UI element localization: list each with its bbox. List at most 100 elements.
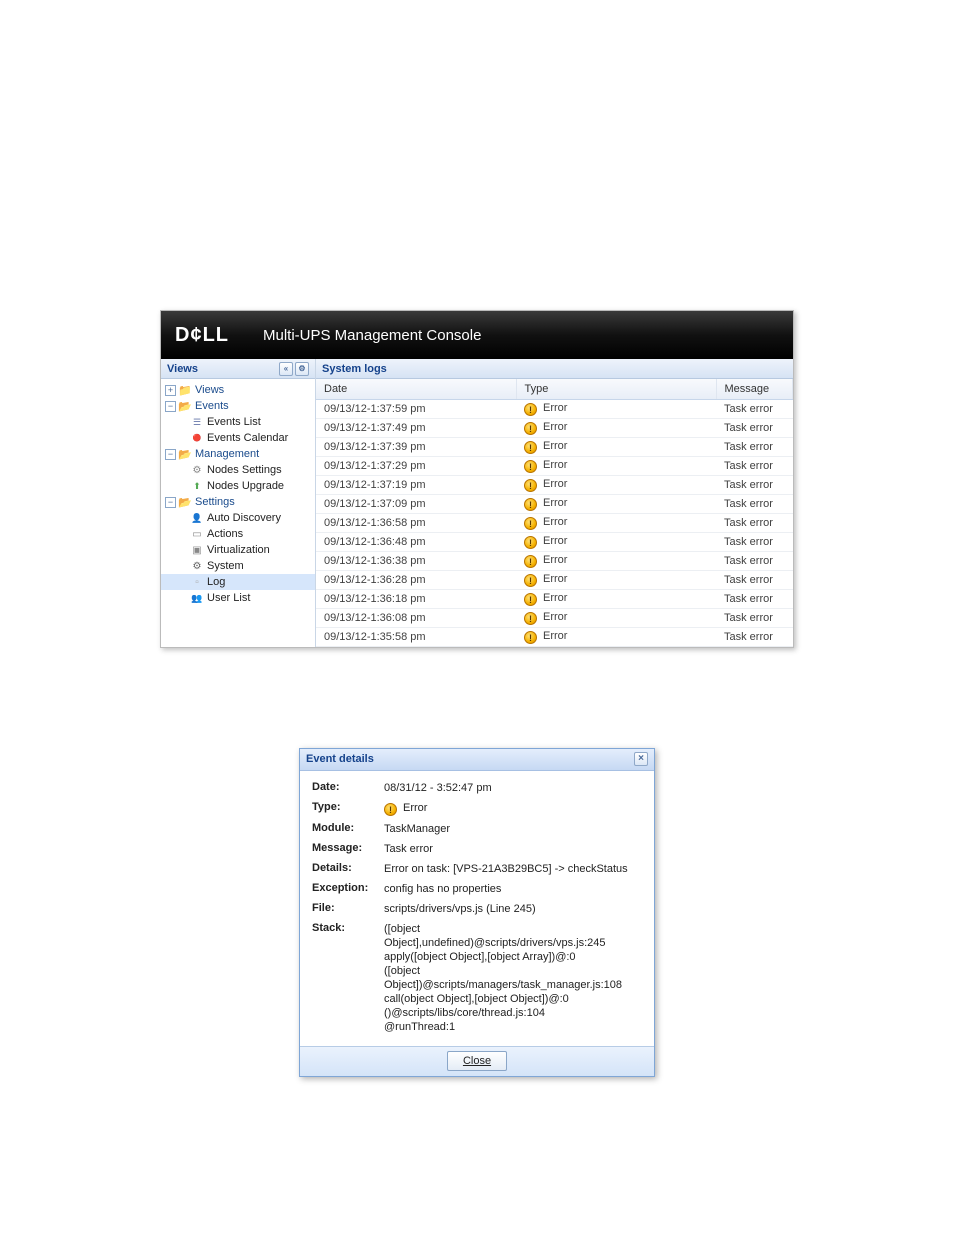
toggle-icon: [177, 561, 188, 572]
warning-icon: [524, 631, 537, 644]
warning-icon: [524, 460, 537, 473]
tree-node-auto-discovery[interactable]: Auto Discovery: [161, 510, 315, 526]
table-row[interactable]: 09/13/12-1:37:39 pmErrorTask error: [316, 437, 793, 456]
exception-value: config has no properties: [384, 882, 642, 896]
tree-node-events[interactable]: − Events: [161, 398, 315, 414]
date-value: 08/31/12 - 3:52:47 pm: [384, 781, 642, 795]
cell-date: 09/13/12-1:36:18 pm: [316, 589, 516, 608]
stack-value: ([object Object],undefined)@scripts/driv…: [384, 922, 642, 1034]
cell-type: Error: [516, 589, 716, 608]
cell-message: Task error: [716, 418, 793, 437]
tree-node-events-calendar[interactable]: Events Calendar: [161, 430, 315, 446]
toggle-icon[interactable]: −: [165, 449, 176, 460]
brand-bar: D¢LL Multi-UPS Management Console: [161, 311, 793, 359]
toggle-icon: [177, 577, 188, 588]
grid-header: System logs: [316, 359, 793, 379]
tree-node-actions[interactable]: Actions: [161, 526, 315, 542]
icon-log-icon: [190, 576, 204, 588]
tree-label: Events: [195, 400, 229, 412]
type-value: Error: [384, 801, 642, 816]
icon-list-icon: [190, 416, 204, 428]
tree-node-views[interactable]: + Views: [161, 382, 315, 398]
table-row[interactable]: 09/13/12-1:36:58 pmErrorTask error: [316, 513, 793, 532]
table-row[interactable]: 09/13/12-1:36:28 pmErrorTask error: [316, 570, 793, 589]
tree-node-log[interactable]: Log: [161, 574, 315, 590]
col-message[interactable]: Message: [716, 379, 793, 399]
date-label: Date:: [312, 781, 384, 795]
table-row[interactable]: 09/13/12-1:36:38 pmErrorTask error: [316, 551, 793, 570]
close-icon[interactable]: ×: [634, 752, 648, 766]
cell-date: 09/13/12-1:36:48 pm: [316, 532, 516, 551]
tree-label: Settings: [195, 496, 235, 508]
tree-label: Views: [195, 384, 224, 396]
tree-node-user-list[interactable]: User List: [161, 590, 315, 606]
table-row[interactable]: 09/13/12-1:36:08 pmErrorTask error: [316, 608, 793, 627]
tree-node-settings[interactable]: − Settings: [161, 494, 315, 510]
cell-type: Error: [516, 456, 716, 475]
table-row[interactable]: 09/13/12-1:37:49 pmErrorTask error: [316, 418, 793, 437]
icon-user-icon: [190, 592, 204, 604]
cell-date: 09/13/12-1:36:58 pm: [316, 513, 516, 532]
cell-type: Error: [516, 608, 716, 627]
table-row[interactable]: 09/13/12-1:37:19 pmErrorTask error: [316, 475, 793, 494]
cell-date: 09/13/12-1:36:28 pm: [316, 570, 516, 589]
cell-date: 09/13/12-1:36:08 pm: [316, 608, 516, 627]
col-date[interactable]: Date: [316, 379, 516, 399]
tree-node-system[interactable]: System: [161, 558, 315, 574]
icon-disc-icon: [190, 512, 204, 524]
tree-node-management[interactable]: −Management: [161, 446, 315, 462]
table-row[interactable]: 09/13/12-1:36:48 pmErrorTask error: [316, 532, 793, 551]
gear-icon[interactable]: ⚙: [295, 362, 309, 376]
toggle-icon[interactable]: −: [165, 401, 176, 412]
tree-label: System: [207, 560, 244, 572]
cell-date: 09/13/12-1:37:49 pm: [316, 418, 516, 437]
icon-node-icon: [190, 464, 204, 476]
cell-type: Error: [516, 570, 716, 589]
tree-node-nodes-upgrade[interactable]: Nodes Upgrade: [161, 478, 315, 494]
cell-message: Task error: [716, 532, 793, 551]
cell-message: Task error: [716, 456, 793, 475]
table-row[interactable]: 09/13/12-1:37:09 pmErrorTask error: [316, 494, 793, 513]
file-label: File:: [312, 902, 384, 916]
cell-date: 09/13/12-1:36:38 pm: [316, 551, 516, 570]
module-value: TaskManager: [384, 822, 642, 836]
close-button[interactable]: Close: [447, 1051, 507, 1071]
cell-type: Error: [516, 437, 716, 456]
console-window: D¢LL Multi-UPS Management Console Views …: [160, 310, 794, 648]
module-label: Module:: [312, 822, 384, 836]
tree-node-nodes-settings[interactable]: Nodes Settings: [161, 462, 315, 478]
warning-icon: [524, 574, 537, 587]
dell-logo: D¢LL: [175, 324, 229, 347]
app-title: Multi-UPS Management Console: [263, 327, 481, 344]
cell-date: 09/13/12-1:37:29 pm: [316, 456, 516, 475]
dialog-body: Date:08/31/12 - 3:52:47 pm Type:Error Mo…: [300, 771, 654, 1046]
cell-date: 09/13/12-1:37:39 pm: [316, 437, 516, 456]
collapse-icon[interactable]: «: [279, 362, 293, 376]
icon-cal-icon: [190, 432, 204, 444]
cell-message: Task error: [716, 627, 793, 646]
cell-message: Task error: [716, 513, 793, 532]
cell-date: 09/13/12-1:35:58 pm: [316, 627, 516, 646]
table-row[interactable]: 09/13/12-1:37:59 pmErrorTask error: [316, 399, 793, 418]
warning-icon: [524, 498, 537, 511]
cell-message: Task error: [716, 475, 793, 494]
tree-node-events-list[interactable]: Events List: [161, 414, 315, 430]
table-row[interactable]: 09/13/12-1:36:18 pmErrorTask error: [316, 589, 793, 608]
tree-node-virtualization[interactable]: Virtualization: [161, 542, 315, 558]
cell-type: Error: [516, 418, 716, 437]
warning-icon: [524, 441, 537, 454]
toggle-icon: [177, 481, 188, 492]
grid-title: System logs: [322, 359, 387, 379]
dialog-footer: Close: [300, 1046, 654, 1076]
toggle-icon[interactable]: +: [165, 385, 176, 396]
col-type[interactable]: Type: [516, 379, 716, 399]
log-table: DateTypeMessage 09/13/12-1:37:59 pmError…: [316, 379, 793, 647]
table-row[interactable]: 09/13/12-1:35:58 pmErrorTask error: [316, 627, 793, 646]
toggle-icon[interactable]: −: [165, 497, 176, 508]
toggle-icon: [177, 417, 188, 428]
cell-date: 09/13/12-1:37:59 pm: [316, 399, 516, 418]
tree-label: Actions: [207, 528, 243, 540]
table-row[interactable]: 09/13/12-1:37:29 pmErrorTask error: [316, 456, 793, 475]
dialog-header: Event details ×: [300, 749, 654, 771]
tree-label: Log: [207, 576, 225, 588]
